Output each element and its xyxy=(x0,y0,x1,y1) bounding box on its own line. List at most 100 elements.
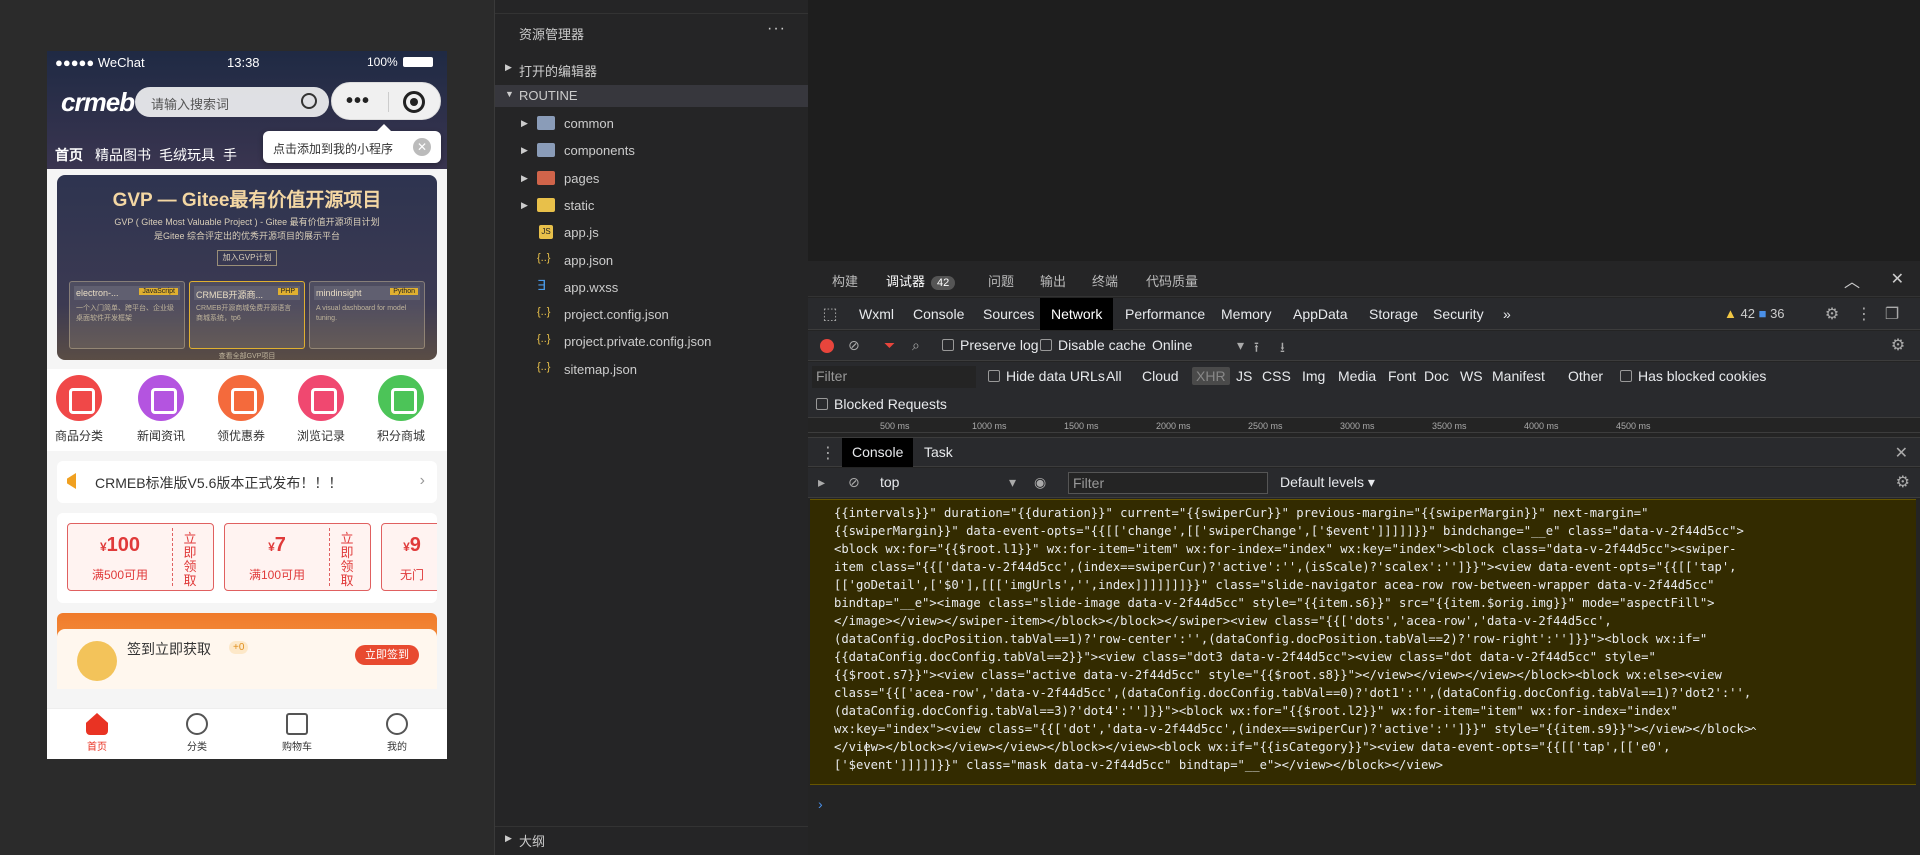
tab-more[interactable]: 手 xyxy=(223,145,237,165)
tab-terminal[interactable]: 终端 xyxy=(1092,271,1118,290)
type-filter-doc[interactable]: Doc xyxy=(1424,368,1449,384)
announcement-bar[interactable]: CRMEB标准版V5.6版本正式发布！！！ › xyxy=(57,461,437,503)
close-drawer-icon[interactable]: ✕ xyxy=(1895,443,1908,463)
tab-network[interactable]: Network xyxy=(1040,298,1114,330)
tab-toys[interactable]: 毛绒玩具 xyxy=(159,145,215,165)
signin-button[interactable]: 立即签到 xyxy=(355,645,419,665)
has-blocked-cookies-checkbox[interactable]: Has blocked cookies xyxy=(1620,368,1766,384)
drawer-menu-icon[interactable]: ⋮ xyxy=(820,443,836,463)
close-miniprogram-icon[interactable] xyxy=(403,91,425,113)
throttling-select[interactable]: Online xyxy=(1152,337,1244,354)
menu-item-news[interactable]: 新闻资讯 xyxy=(129,375,193,444)
tabbar-category[interactable]: 分类 xyxy=(147,713,247,753)
network-filter-input[interactable]: Filter xyxy=(812,366,976,388)
coupon-card[interactable]: ¥100 满500可用 立即领取 xyxy=(67,523,214,591)
tab-wxml[interactable]: Wxml xyxy=(848,298,905,330)
file-tree-item[interactable]: {..} app.json xyxy=(495,247,809,274)
file-tree-item[interactable]: ▶ components xyxy=(495,137,809,164)
file-tree-item[interactable]: ▶ common xyxy=(495,110,809,137)
type-filter-media[interactable]: Media xyxy=(1338,368,1376,384)
coupon-claim-button[interactable]: 立即领取 xyxy=(180,532,200,588)
preserve-log-checkbox[interactable]: Preserve log xyxy=(942,337,1039,353)
type-filter-manifest[interactable]: Manifest xyxy=(1492,368,1545,384)
drawer-tab-task[interactable]: Task xyxy=(914,438,963,467)
tab-debugger[interactable]: 调试器 42 xyxy=(886,271,956,300)
miniprogram-capsule[interactable]: ••• xyxy=(331,82,441,120)
file-tree-item[interactable]: ∃ app.wxss xyxy=(495,274,809,301)
file-tree-item[interactable]: {..} project.private.config.json xyxy=(495,328,809,355)
search-input[interactable]: 请输入搜索词 xyxy=(135,87,329,117)
log-levels-select[interactable]: Default levels ▾ xyxy=(1280,474,1375,491)
tab-performance[interactable]: Performance xyxy=(1114,298,1216,330)
console-filter-input[interactable]: Filter xyxy=(1068,472,1268,494)
project-root-section[interactable]: ▼ ROUTINE xyxy=(495,85,809,107)
network-settings-gear-icon[interactable]: ⚙ xyxy=(1888,335,1908,355)
eye-icon[interactable]: ◉ xyxy=(1034,474,1046,491)
tab-build[interactable]: 构建 xyxy=(832,271,858,290)
phone-screen[interactable]: ●●●●● WeChat 13:38 100% crmeb 请输入搜索词 •••… xyxy=(47,51,447,759)
signin-card[interactable]: 签到立即获取 +0 立即签到 xyxy=(57,613,437,689)
hide-data-urls-checkbox[interactable]: Hide data URLs xyxy=(988,368,1105,384)
clear-icon[interactable]: ⊘ xyxy=(848,337,860,354)
maximize-icon[interactable]: ︿ xyxy=(1844,268,1860,292)
type-filter-cloud[interactable]: Cloud xyxy=(1142,368,1179,384)
console-prompt[interactable]: › xyxy=(818,796,823,812)
close-icon[interactable]: ✕ xyxy=(1891,269,1904,289)
editor-area[interactable] xyxy=(808,0,1920,261)
type-filter-all[interactable]: All xyxy=(1106,368,1122,384)
tab-code-quality[interactable]: 代码质量 xyxy=(1146,271,1198,290)
coupon-claim-button[interactable]: 立即领取 xyxy=(337,532,357,588)
file-tree-item[interactable]: {..} project.config.json xyxy=(495,301,809,328)
tab-sources[interactable]: Sources xyxy=(972,298,1045,330)
more-icon[interactable]: ••• xyxy=(346,91,370,111)
record-button[interactable] xyxy=(820,339,834,353)
more-icon[interactable]: ··· xyxy=(767,20,786,38)
tab-output[interactable]: 输出 xyxy=(1040,271,1066,290)
settings-gear-icon[interactable]: ⚙ xyxy=(1822,304,1842,324)
issue-counter[interactable]: ▲ 42 ■ 36 xyxy=(1724,306,1785,321)
coupon-card[interactable]: ¥7 满100可用 立即领取 xyxy=(224,523,371,591)
coupon-card[interactable]: ¥9 无门 xyxy=(381,523,437,591)
outline-section[interactable]: ▶ 大纲 xyxy=(495,826,809,849)
network-timeline[interactable]: 500 ms 1000 ms 1500 ms 2000 ms 2500 ms 3… xyxy=(808,419,1920,433)
file-tree-item[interactable]: ▶ pages xyxy=(495,165,809,192)
type-filter-js[interactable]: JS xyxy=(1236,368,1252,384)
clear-console-icon[interactable]: ⊘ xyxy=(848,474,860,491)
file-tree-item[interactable]: ▶ static xyxy=(495,192,809,219)
more-tabs-icon[interactable]: » xyxy=(1492,298,1522,330)
menu-item-points-mall[interactable]: 积分商城 xyxy=(369,375,433,444)
disable-cache-checkbox[interactable]: Disable cache xyxy=(1040,337,1146,353)
tab-home[interactable]: 首页 xyxy=(55,145,83,165)
type-filter-ws[interactable]: WS xyxy=(1460,368,1483,384)
console-settings-gear-icon[interactable]: ⚙ xyxy=(1896,472,1910,492)
tab-appdata[interactable]: AppData xyxy=(1282,298,1358,330)
filter-funnel-icon[interactable]: ⏷ xyxy=(884,337,895,354)
banner-join-button[interactable]: 加入GVP计划 xyxy=(217,250,277,266)
file-tree-item[interactable]: {..} sitemap.json xyxy=(495,356,809,383)
type-filter-css[interactable]: CSS xyxy=(1262,368,1291,384)
file-tree-item[interactable]: JS app.js xyxy=(495,219,809,246)
tab-console[interactable]: Console xyxy=(902,298,975,330)
tab-security[interactable]: Security xyxy=(1422,298,1495,330)
menu-item-history[interactable]: 浏览记录 xyxy=(289,375,353,444)
tab-storage[interactable]: Storage xyxy=(1358,298,1429,330)
context-select[interactable]: top xyxy=(880,474,1016,491)
blocked-requests-checkbox[interactable]: Blocked Requests xyxy=(816,396,947,412)
tabbar-home[interactable]: 首页 xyxy=(47,713,147,753)
type-filter-font[interactable]: Font xyxy=(1388,368,1416,384)
drawer-tab-console[interactable]: Console xyxy=(842,438,914,467)
tab-memory[interactable]: Memory xyxy=(1210,298,1283,330)
tab-books[interactable]: 精品图书 xyxy=(95,145,151,165)
kebab-menu-icon[interactable]: ⋮ xyxy=(1854,304,1874,324)
download-icon[interactable]: ⭳ xyxy=(1280,337,1285,361)
type-filter-img[interactable]: Img xyxy=(1302,368,1325,384)
tabbar-cart[interactable]: 购物车 xyxy=(247,713,347,753)
dock-icon[interactable]: ❐ xyxy=(1882,304,1902,324)
type-filter-xhr[interactable]: XHR xyxy=(1192,367,1230,385)
sidebar-toggle-icon[interactable]: ▸ xyxy=(818,474,825,491)
tabbar-profile[interactable]: 我的 xyxy=(347,713,447,753)
upload-icon[interactable]: ⭱ xyxy=(1254,337,1259,361)
menu-item-category[interactable]: 商品分类 xyxy=(47,375,111,444)
menu-item-coupons[interactable]: 领优惠券 xyxy=(209,375,273,444)
type-filter-other[interactable]: Other xyxy=(1568,368,1603,384)
